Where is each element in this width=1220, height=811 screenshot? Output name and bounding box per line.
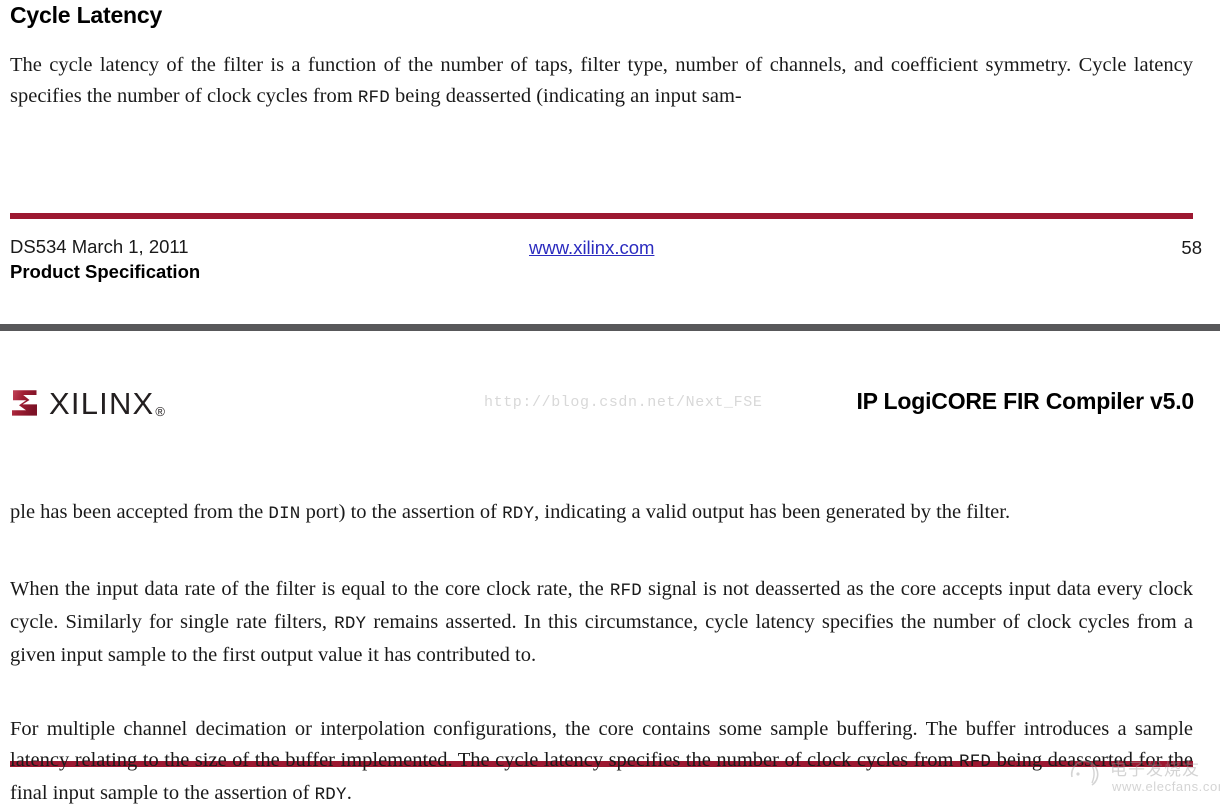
page-header: XILINX ® http://blog.csdn.net/Next_FSE I… [0, 383, 1220, 425]
paragraph-text: port) to the assertion of [300, 501, 503, 523]
page-title: Cycle Latency [10, 2, 163, 28]
xilinx-website-link[interactable]: www.xilinx.com [529, 237, 654, 259]
signal-name: RFD [609, 581, 642, 601]
body-paragraph-2: When the input data rate of the filter i… [10, 574, 1193, 671]
footer-document-id: DS534 March 1, 2011 [10, 236, 189, 257]
paragraph-text: ple has been accepted from the [10, 501, 269, 523]
body-paragraph-1: ple has been accepted from the DIN port)… [10, 497, 1193, 530]
signal-name: RDY [334, 614, 367, 634]
xilinx-logo: XILINX ® [10, 383, 165, 423]
document-page-bottom: XILINX ® http://blog.csdn.net/Next_FSE I… [0, 331, 1220, 811]
paragraph-text: being deasserted (indicating an input sa… [389, 85, 742, 107]
blog-url-watermark: http://blog.csdn.net/Next_FSE [484, 394, 763, 411]
intro-paragraph: The cycle latency of the filter is a fun… [10, 50, 1193, 114]
header-product-title: IP LogiCORE FIR Compiler v5.0 [856, 388, 1194, 414]
body-paragraph-3: For multiple channel decimation or inter… [10, 714, 1193, 811]
xilinx-logo-icon [12, 390, 37, 416]
document-page-top: Cycle Latency The cycle latency of the f… [0, 0, 1220, 318]
paragraph-text: , indicating a valid output has been gen… [534, 501, 1011, 523]
footer-rule [10, 213, 1193, 219]
signal-name: RFD [357, 88, 390, 108]
paragraph-text: When the input data rate of the filter i… [10, 578, 610, 600]
footer-left-block: DS534 March 1, 2011 Product Specificatio… [10, 236, 200, 283]
signal-name: RFD [959, 752, 992, 772]
footer-spec-label: Product Specification [10, 261, 201, 282]
paragraph-text: . [346, 782, 352, 804]
page-separator-bar [0, 324, 1220, 331]
signal-name: DIN [268, 504, 301, 524]
page-number: 58 [1181, 237, 1202, 258]
signal-name: RDY [502, 504, 535, 524]
page-footer: DS534 March 1, 2011 Product Specificatio… [0, 236, 1220, 296]
xilinx-logo-wordmark: XILINX [49, 385, 155, 421]
signal-name: RDY [314, 785, 347, 805]
registered-trademark-icon: ® [155, 404, 166, 419]
